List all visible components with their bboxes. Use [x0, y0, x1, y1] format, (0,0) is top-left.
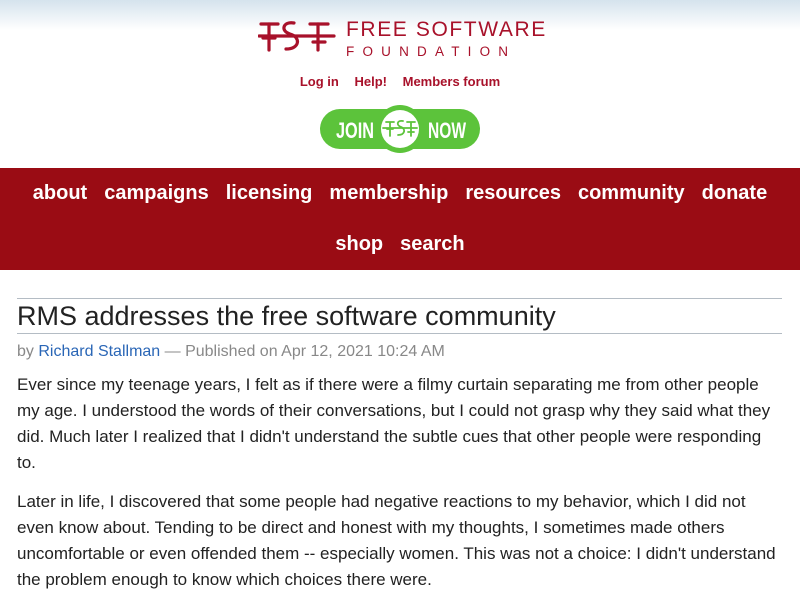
help-link[interactable]: Help! [354, 74, 387, 89]
logo-subtitle: FOUNDATION [346, 44, 517, 59]
main-nav-row: shop search [0, 233, 800, 255]
nav-item-licensing[interactable]: licensing [226, 182, 313, 204]
fsf-logo-icon [258, 21, 336, 52]
now-label: NOW [428, 118, 466, 143]
article-paragraph: Later in life, I discovered that some pe… [17, 492, 776, 589]
article-paragraph: Ever since my teenage years, I felt as i… [17, 375, 771, 472]
nav-item-campaigns[interactable]: campaigns [104, 182, 208, 204]
byline-prefix: by [17, 343, 34, 360]
nav-item-membership[interactable]: membership [329, 182, 448, 204]
article: RMS addresses the free software communit… [17, 298, 782, 593]
logo-title: FREE SOFTWARE [346, 18, 547, 41]
login-link[interactable]: Log in [300, 74, 339, 89]
nav-item-resources[interactable]: resources [465, 182, 561, 204]
members-forum-link[interactable]: Members forum [403, 74, 501, 89]
article-byline: by Richard Stallman — Published on Apr 1… [17, 343, 782, 361]
nav-item-search[interactable]: search [400, 233, 465, 255]
nav-item-donate[interactable]: donate [702, 182, 768, 204]
nav-item-shop[interactable]: shop [335, 233, 383, 255]
join-label: JOIN [336, 118, 374, 143]
site-header: FREE SOFTWARE FOUNDATION Log in Help! Me… [0, 0, 800, 168]
main-nav: about campaigns licensing membership res… [0, 168, 800, 270]
article-title: RMS addresses the free software communit… [17, 301, 556, 331]
article-title-box: RMS addresses the free software communit… [17, 298, 782, 334]
nav-item-about[interactable]: about [33, 182, 87, 204]
nav-item-community[interactable]: community [578, 182, 685, 204]
join-now-button[interactable]: JOIN NOW [319, 104, 481, 154]
article-body: Ever since my teenage years, I felt as i… [17, 372, 782, 593]
author-link[interactable]: Richard Stallman [38, 343, 160, 360]
fsf-logo[interactable]: FREE SOFTWARE FOUNDATION [258, 18, 548, 59]
main-nav-row: about campaigns licensing membership res… [0, 182, 800, 204]
published-date: — Published on Apr 12, 2021 10:24 AM [164, 343, 445, 360]
top-links: Log in Help! Members forum [0, 74, 800, 89]
